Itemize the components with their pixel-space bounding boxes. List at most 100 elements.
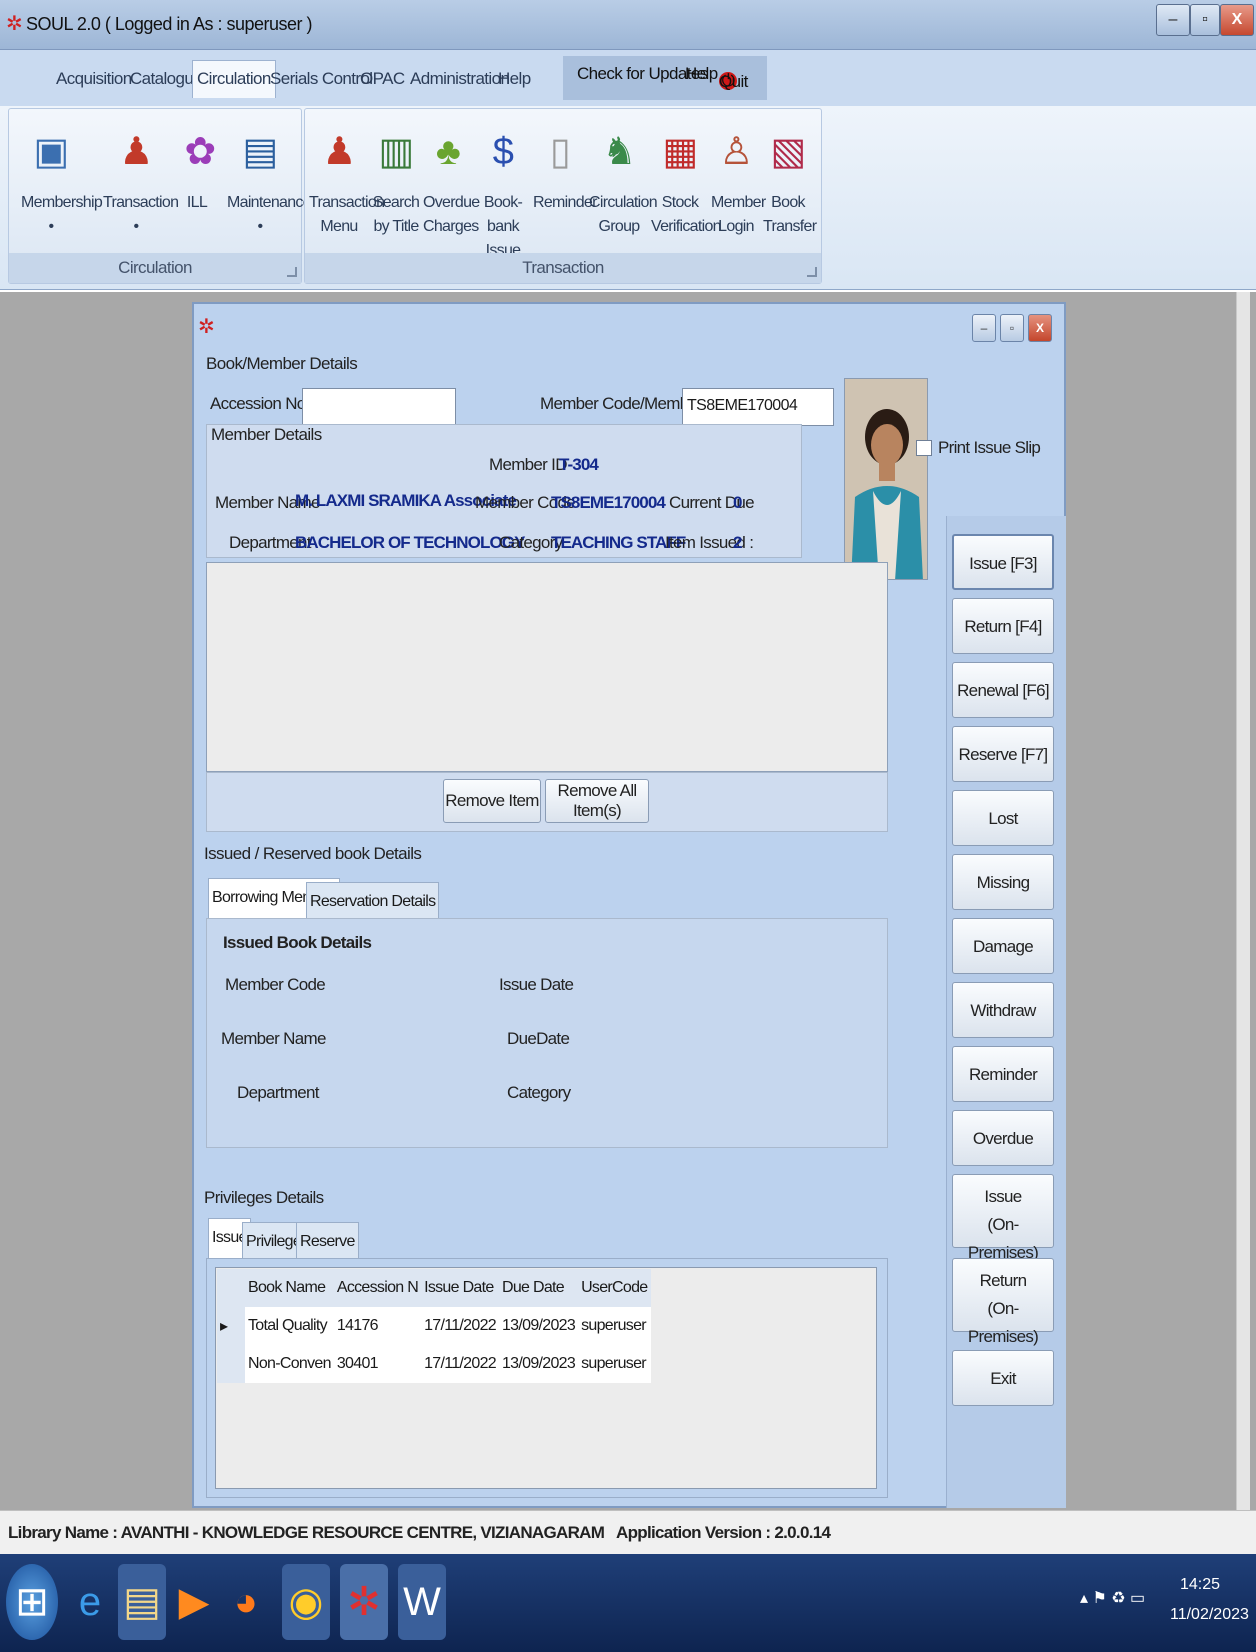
menu-opac[interactable]: OPAC — [360, 64, 405, 94]
transaction-menu-button[interactable]: ♟ Transaction Menu — [309, 117, 385, 239]
ibd-issue-date-label: Issue Date — [499, 975, 574, 994]
col-book-name[interactable]: Book Name — [245, 1269, 334, 1307]
overdue-charges-button[interactable]: ♣ Overdue Charges — [423, 117, 480, 239]
soul-logo-icon: ✲ — [198, 316, 215, 338]
lost-button[interactable]: Lost — [952, 790, 1054, 846]
remove-item-button[interactable]: Remove Item — [443, 779, 541, 823]
book-transfer-label-2: Transfer — [763, 218, 817, 235]
ibd-category-label: Category — [507, 1083, 571, 1102]
issue-button[interactable]: Issue [F3] — [952, 534, 1054, 590]
transaction-label: Transaction — [103, 194, 179, 211]
remove-all-items-button[interactable]: Remove All Item(s) — [545, 779, 649, 823]
menu-serials-control[interactable]: Serials Control — [270, 64, 373, 94]
membership-dropdown-mark: • — [48, 218, 55, 235]
close-button[interactable]: X — [1220, 4, 1254, 36]
department-value: BACHELOR OF TECHNOLOGY — [295, 533, 525, 552]
item-action-bar: Remove Item Remove All Item(s) — [206, 772, 888, 832]
dialog-launcher-icon[interactable] — [287, 267, 297, 277]
table-row[interactable]: ▸ Total Quality 14176 17/11/2022 13/09/2… — [217, 1307, 651, 1345]
col-due-date[interactable]: Due Date — [499, 1269, 578, 1307]
menu-bar: Acquisition Catalogue Circulation Serial… — [0, 50, 1256, 106]
member-id-value: T-304 — [559, 455, 599, 474]
accession-no-input[interactable] — [302, 388, 456, 426]
row-header-corner — [217, 1269, 245, 1307]
issued-reserved-title: Issued / Reserved book Details — [204, 844, 422, 863]
taskbar: ⊞ e ▤ ▶ ◕ ◉ ✲ W ▴ ⚑ ♻ ▭ 14:25 11/02/2023 — [0, 1554, 1256, 1652]
firefox-icon[interactable]: ◕ — [222, 1564, 270, 1640]
col-usercode[interactable]: UserCode — [578, 1269, 650, 1307]
dialog-launcher-icon[interactable] — [807, 267, 817, 277]
menu-administration[interactable]: Administration — [410, 64, 510, 94]
return-on-premises-button[interactable]: Return (On-Premises) — [952, 1258, 1054, 1346]
internet-explorer-icon[interactable]: e — [66, 1564, 114, 1640]
return-on-premises-label-2: (On-Premises) — [967, 1299, 1039, 1346]
vertical-scrollbar[interactable] — [1236, 292, 1250, 1510]
menu-help[interactable]: Help — [498, 64, 531, 94]
file-explorer-icon[interactable]: ▤ — [118, 1564, 166, 1640]
stock-verification-button[interactable]: ▦ Stock Verification — [651, 117, 722, 239]
minimize-button[interactable]: – — [1156, 4, 1190, 36]
checkbox-box — [916, 440, 932, 456]
child-minimize-button[interactable]: – — [972, 314, 996, 342]
tray-icons[interactable]: ▴ ⚑ ♻ ▭ — [1080, 1588, 1145, 1608]
tab-reservation-details[interactable]: Reservation Details — [306, 882, 440, 920]
chrome-icon[interactable]: ◉ — [282, 1564, 330, 1640]
start-button-windows-icon[interactable]: ⊞ — [6, 1564, 58, 1640]
withdraw-button[interactable]: Withdraw — [952, 982, 1054, 1038]
help-link[interactable]: Help — [685, 64, 718, 84]
col-accession-no[interactable]: Accession N — [334, 1269, 421, 1307]
overdue-button[interactable]: Overdue — [952, 1110, 1054, 1166]
circulation-group-label: Circulation — [589, 194, 658, 211]
damage-button[interactable]: Damage — [952, 918, 1054, 974]
circulation-group-button[interactable]: ♞ Circulation Group — [589, 117, 658, 239]
word-icon[interactable]: W — [398, 1564, 446, 1640]
book-bank-issue-label: Book-bank — [483, 194, 523, 235]
member-login-button[interactable]: ♙ Member Login — [711, 117, 766, 239]
maintenance-button[interactable]: ▤ Maintenance • — [227, 117, 312, 239]
soul-app-icon[interactable]: ✲ — [340, 1564, 388, 1640]
return-button[interactable]: Return [F4] — [952, 598, 1054, 654]
child-maximize-button[interactable]: ▫ — [1000, 314, 1024, 342]
member-code-id-input[interactable]: TS8EME170004 — [682, 388, 834, 426]
tab-reserve[interactable]: Reserve — [296, 1222, 359, 1260]
menu-acquisition[interactable]: Acquisition — [56, 64, 132, 94]
col-issue-date[interactable]: Issue Date — [421, 1269, 499, 1307]
issue-on-premises-label-2: (On-Premises) — [967, 1215, 1039, 1262]
transaction-menu-icon: ♟ — [322, 131, 356, 173]
book-bank-issue-button[interactable]: $ Book-bank Issue — [475, 117, 531, 263]
maintenance-label: Maintenance — [227, 194, 312, 211]
maintenance-book-icon: ▤ — [242, 131, 278, 173]
issue-on-premises-button[interactable]: Issue (On-Premises) — [952, 1174, 1054, 1262]
clock-time[interactable]: 14:25 — [1180, 1576, 1220, 1594]
ribbon-group-transaction: ♟ Transaction Menu ▥ Search by Title ♣ O… — [304, 108, 822, 284]
soul-logo-icon: ✲ — [6, 13, 23, 35]
reserve-button[interactable]: Reserve [F7] — [952, 726, 1054, 782]
ill-network-icon: ✿ — [184, 131, 216, 173]
return-on-premises-label: Return — [979, 1271, 1028, 1290]
reminder-button[interactable]: ▯ Reminder — [533, 117, 597, 215]
issue-item-list[interactable] — [206, 562, 888, 772]
search-by-title-button[interactable]: ▥ Search by Title — [371, 117, 421, 239]
exit-button[interactable]: Exit — [952, 1350, 1054, 1406]
overdue-charges-label: Overdue — [423, 194, 480, 211]
missing-button[interactable]: Missing — [952, 854, 1054, 910]
clock-date[interactable]: 11/02/2023 — [1170, 1606, 1249, 1624]
circulation-group-icon: ♞ — [602, 131, 636, 173]
media-player-icon[interactable]: ▶ — [170, 1564, 218, 1640]
maximize-button[interactable]: ▫ — [1190, 4, 1220, 36]
issue-on-premises-label: Issue — [984, 1187, 1022, 1206]
cell-accession-no: 30401 — [336, 1355, 379, 1372]
renewal-button[interactable]: Renewal [F6] — [952, 662, 1054, 718]
membership-button[interactable]: ▣ Membership • — [21, 117, 103, 239]
child-close-button[interactable]: X — [1028, 314, 1052, 342]
book-transfer-button[interactable]: ▧ Book Transfer — [763, 117, 817, 239]
membership-card-icon: ▣ — [33, 131, 69, 173]
table-row[interactable]: Non-Conven 30401 17/11/2022 13/09/2023 s… — [217, 1345, 651, 1383]
stock-books-icon: ▦ — [662, 131, 698, 173]
ribbon: ▣ Membership • ♟ Transaction • ✿ ILL ▤ M… — [0, 106, 1256, 290]
transaction-button[interactable]: ♟ Transaction • — [103, 117, 179, 239]
reminder-side-button[interactable]: Reminder — [952, 1046, 1054, 1102]
ribbon-group-circulation: ▣ Membership • ♟ Transaction • ✿ ILL ▤ M… — [8, 108, 312, 284]
menu-circulation[interactable]: Circulation — [192, 60, 276, 98]
ill-button[interactable]: ✿ ILL — [179, 117, 216, 215]
